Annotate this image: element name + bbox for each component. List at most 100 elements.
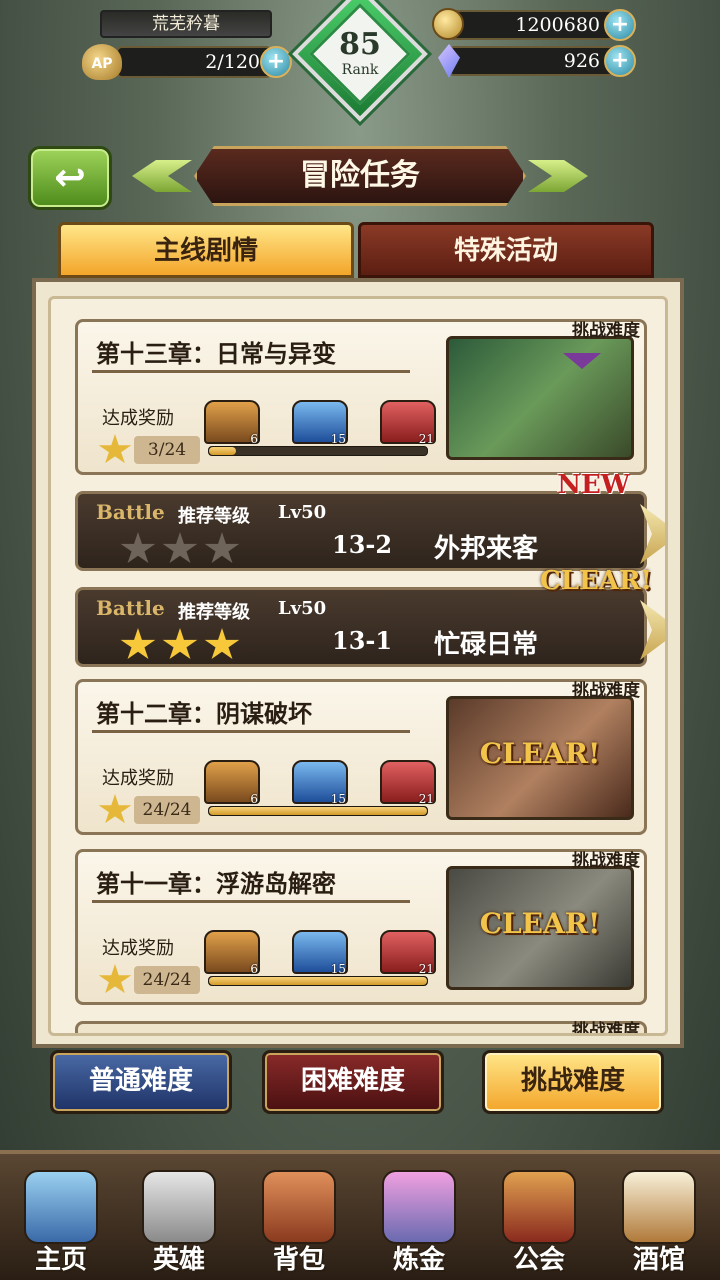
challenge-tag: 挑战难度 — [572, 1021, 640, 1036]
bronze-chest-icon[interactable]: 6 — [204, 400, 260, 446]
clear-stamp: CLEAR! — [479, 737, 601, 770]
clear-stamp: CLEAR! — [479, 907, 601, 940]
gold-chest-icon[interactable]: 21 — [380, 400, 436, 446]
recommended-level-label: 推荐等级 — [178, 506, 250, 527]
chest-threshold: 21 — [418, 792, 434, 806]
gem-counter: 926 — [448, 46, 614, 76]
castle-icon — [24, 1170, 98, 1244]
rank-label: Rank — [341, 62, 379, 78]
chapter-card-11[interactable]: 第十一章：浮游岛解密 达成奖励 24/24 6 15 21 CLEAR! 挑战难… — [75, 849, 647, 1005]
normal-difficulty-button[interactable]: 普通难度 — [50, 1050, 232, 1114]
title-divider — [92, 370, 410, 373]
chapter-title: 第十三章：日常与异变 — [96, 340, 336, 368]
star-icon — [204, 628, 240, 659]
add-ap-button[interactable]: + — [260, 46, 292, 78]
player-name: 荒芜矜暮 — [100, 10, 272, 38]
star-icon — [120, 628, 156, 659]
add-gem-button[interactable]: + — [604, 45, 636, 77]
silver-chest-icon[interactable]: 15 — [292, 400, 348, 446]
stage-code: 13-2 — [332, 530, 393, 559]
chapter-thumbnail[interactable]: CLEAR! — [446, 696, 634, 820]
silver-chest-icon[interactable]: 15 — [292, 760, 348, 806]
chapter-card-13[interactable]: 第十三章：日常与异变 达成奖励 3/24 6 15 21 挑战难度 — [75, 319, 647, 475]
chapter-card-12[interactable]: 第十二章：阴谋破坏 达成奖励 24/24 6 15 21 CLEAR! 挑战难度 — [75, 679, 647, 835]
bronze-chest-icon[interactable]: 6 — [204, 760, 260, 806]
recommended-level: Lv50 — [278, 502, 327, 523]
nav-home[interactable]: 主页 — [6, 1162, 116, 1280]
chapter-card-next[interactable]: 挑战难度 — [75, 1021, 647, 1033]
recommended-level-label: 推荐等级 — [178, 602, 250, 623]
add-gold-button[interactable]: + — [604, 9, 636, 41]
satchel-icon — [262, 1170, 336, 1244]
tab-special-events[interactable]: 特殊活动 — [358, 222, 654, 278]
chest-threshold: 21 — [418, 432, 434, 446]
nav-heroes[interactable]: 英雄 — [124, 1162, 234, 1280]
reward-label: 达成奖励 — [102, 938, 174, 959]
reward-progress-bar — [208, 446, 428, 456]
gold-chest-icon[interactable]: 21 — [380, 760, 436, 806]
page-title: 冒险任务 — [194, 146, 526, 206]
silver-chest-icon[interactable]: 15 — [292, 930, 348, 976]
stage-stars — [120, 628, 246, 666]
nav-alchemy[interactable]: 炼金 — [364, 1162, 474, 1280]
nav-label: 公会 — [512, 1245, 565, 1275]
star-icon — [204, 532, 240, 563]
chest-threshold: 6 — [250, 962, 258, 976]
nav-tavern[interactable]: 酒馆 — [604, 1162, 714, 1280]
chest-threshold: 6 — [250, 792, 258, 806]
star-icon — [98, 794, 132, 824]
reward-count: 24/24 — [134, 966, 200, 994]
stage-row-13-1[interactable]: Battle 推荐等级 Lv50 13-1 忙碌日常 CLEAR! — [75, 566, 665, 667]
nav-guild[interactable]: 公会 — [484, 1162, 594, 1280]
nav-label: 炼金 — [392, 1245, 445, 1275]
reward-progress-fill — [209, 977, 427, 985]
chevron-left-icon — [132, 160, 192, 192]
ribbon-icon — [563, 353, 601, 369]
battle-label: Battle — [96, 596, 165, 620]
star-icon — [98, 964, 132, 994]
nav-bag[interactable]: 背包 — [244, 1162, 354, 1280]
title-bar: 冒险任务 — [132, 146, 588, 206]
title-divider — [92, 900, 410, 903]
tab-main-story[interactable]: 主线剧情 — [58, 222, 354, 278]
clear-badge: CLEAR! — [540, 566, 652, 596]
reward-label: 达成奖励 — [102, 408, 174, 429]
nav-label: 酒馆 — [632, 1245, 685, 1275]
battle-label: Battle — [96, 500, 165, 524]
beer-mug-icon — [622, 1170, 696, 1244]
stage-name: 外邦来客 — [434, 534, 539, 564]
chest-threshold: 15 — [330, 792, 346, 806]
star-icon — [98, 434, 132, 464]
bronze-chest-icon[interactable]: 6 — [204, 930, 260, 976]
title-divider — [92, 730, 410, 733]
back-button[interactable]: ↩ — [28, 146, 112, 210]
gold-counter: 1200680 — [448, 10, 614, 40]
chest-threshold: 21 — [418, 962, 434, 976]
chevron-right-icon[interactable] — [640, 504, 665, 564]
chevron-right-icon[interactable] — [640, 600, 665, 660]
new-badge: NEW — [557, 470, 630, 500]
ap-counter: 2/120 — [116, 46, 272, 78]
quest-list[interactable]: 第十三章：日常与异变 达成奖励 3/24 6 15 21 挑战难度 Battle… — [48, 296, 668, 1036]
stage-name: 忙碌日常 — [434, 630, 539, 660]
challenge-difficulty-button[interactable]: 挑战难度 — [482, 1050, 664, 1114]
nav-label: 背包 — [272, 1245, 325, 1275]
gold-chest-icon[interactable]: 21 — [380, 930, 436, 976]
star-icon — [162, 628, 198, 659]
chapter-thumbnail[interactable]: CLEAR! — [446, 866, 634, 990]
challenge-tag: 挑战难度 — [572, 321, 640, 341]
back-arrow-icon: ↩ — [54, 155, 86, 199]
bottom-nav: 主页 英雄 背包 炼金 公会 酒馆 — [0, 1150, 720, 1280]
star-icon — [162, 532, 198, 563]
reward-count: 24/24 — [134, 796, 200, 824]
chest-threshold: 15 — [330, 432, 346, 446]
reward-count: 3/24 — [134, 436, 200, 464]
stage-row-13-2[interactable]: Battle 推荐等级 Lv50 13-2 外邦来客 NEW — [75, 470, 665, 571]
hard-difficulty-button[interactable]: 困难难度 — [262, 1050, 444, 1114]
challenge-tag: 挑战难度 — [572, 851, 640, 871]
potion-icon — [382, 1170, 456, 1244]
knight-helmet-icon — [142, 1170, 216, 1244]
chevron-right-icon — [528, 160, 588, 192]
chapter-thumbnail[interactable] — [446, 336, 634, 460]
reward-progress-fill — [209, 447, 237, 455]
